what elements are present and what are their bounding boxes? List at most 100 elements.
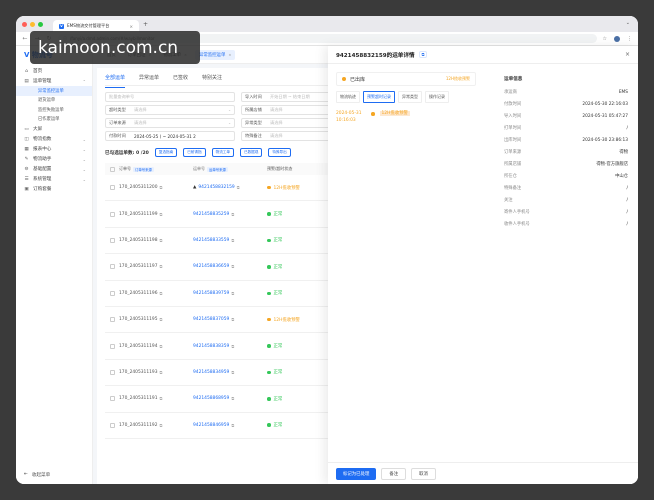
copy-icon[interactable]: ⧉ <box>160 291 163 296</box>
copy-icon[interactable]: ⧉ <box>237 185 240 190</box>
sidebar-item-waybill[interactable]: ▤ 运单管理 ⌃ <box>16 76 92 86</box>
order-number: 170_2405311192 <box>119 422 158 428</box>
copy-icon[interactable]: ⧉ <box>231 238 234 243</box>
profile-avatar[interactable] <box>614 35 620 42</box>
exception-type-select[interactable]: 异常类型 请选择 <box>241 118 341 128</box>
copy-icon[interactable]: ⧉ <box>231 396 234 401</box>
action-button-2[interactable]: 已耐请指 <box>183 148 206 157</box>
tab-warning-record[interactable]: 预警超时记录 <box>363 91 395 103</box>
copy-icon[interactable]: ⧉ <box>231 291 234 296</box>
back-icon[interactable]: ← <box>22 35 28 42</box>
import-time-field[interactable]: 导入时间 开始日期 ~ 结束日期 <box>241 92 341 102</box>
tab-exception-monitor[interactable]: 异常监控运单 × <box>194 49 236 60</box>
sidebar-subitem-exception[interactable]: 异常监控运单 <box>16 86 92 96</box>
waybill-link[interactable]: 9421458834959 <box>193 370 229 375</box>
tab-list-icon[interactable]: ⌄ <box>626 20 630 26</box>
row-checkbox[interactable] <box>109 211 115 217</box>
special-remark-select[interactable]: 特殊备注 请选择 <box>241 131 341 141</box>
timeout-type-select[interactable]: 超时类型 请选择 ⌄ <box>105 105 235 115</box>
info-value: 得物-官方旗舰店 <box>596 162 628 167</box>
store-select[interactable]: 所属店铺 请选择 <box>241 105 341 115</box>
row-checkbox[interactable] <box>109 343 115 349</box>
copy-icon[interactable]: ⧉ <box>231 370 234 375</box>
row-checkbox[interactable] <box>109 237 115 243</box>
copy-icon[interactable]: ⧉ <box>160 370 163 375</box>
subtab-exception[interactable]: 异常运单 <box>139 74 159 85</box>
close-window-button[interactable] <box>22 21 27 27</box>
maximize-window-button[interactable] <box>38 21 43 27</box>
row-checkbox[interactable] <box>109 317 115 323</box>
copy-icon[interactable]: ⧉ <box>160 264 163 269</box>
waybill-link[interactable]: 9421458833559 <box>193 238 229 243</box>
tab-exception-type[interactable]: 异常类型 <box>398 91 422 103</box>
sidebar-item-home[interactable]: ⌂ 首页 <box>16 66 92 76</box>
menu-icon[interactable]: ⋮ <box>627 36 632 42</box>
copy-icon[interactable]: ⧉ <box>231 264 234 269</box>
sidebar-item-index[interactable]: ◫ 物流指数 ⌄ <box>16 134 92 144</box>
copy-icon[interactable]: ⧉ <box>160 396 163 401</box>
copy-icon[interactable]: ⧉ <box>160 317 163 322</box>
waybill-link[interactable]: 9421458868959 <box>193 396 229 401</box>
order-source-select[interactable]: 订单来源 请选择 ⌄ <box>105 118 235 128</box>
row-checkbox[interactable] <box>109 264 115 270</box>
row-checkbox[interactable] <box>109 396 115 402</box>
info-key: 关注 <box>504 198 513 203</box>
close-icon[interactable]: × <box>228 53 231 57</box>
waybill-link[interactable]: 9421458846959 <box>193 423 229 428</box>
action-button-1[interactable]: 复选指南 <box>154 148 178 157</box>
close-icon[interactable]: × <box>625 51 630 58</box>
copy-icon[interactable]: ⧉ <box>231 344 234 349</box>
row-checkbox[interactable] <box>109 422 115 428</box>
copy-icon[interactable]: ⧉ <box>160 212 163 217</box>
waybill-search-input[interactable]: 批量查询单号 <box>105 92 235 102</box>
copy-icon[interactable]: ⧉ <box>160 344 163 349</box>
copy-icon[interactable]: ⧉ <box>231 423 234 428</box>
copy-icon[interactable]: ⧉ <box>160 185 163 190</box>
tab-logistics-track[interactable]: 物流轨迹 <box>336 91 360 103</box>
sidebar-subitem-failed[interactable]: 监控失败运单 <box>16 105 92 115</box>
row-checkbox[interactable] <box>109 369 115 375</box>
action-button-4[interactable]: 已数据观 <box>240 148 263 157</box>
subtab-signed[interactable]: 已签收 <box>173 74 188 85</box>
sidebar-item-screen[interactable]: ▭ 大屏 <box>16 124 92 134</box>
sidebar-item-report[interactable]: ▦ 报表中心 ⌄ <box>16 144 92 154</box>
new-tab-button[interactable]: + <box>143 21 148 28</box>
bookmark-icon[interactable]: ☆ <box>603 36 607 42</box>
action-button-5[interactable]: 特殊导出 <box>268 148 291 157</box>
sidebar-item-assistant[interactable]: ✎ 物流助手 ⌄ <box>16 154 92 164</box>
subtab-special[interactable]: 特别关注 <box>202 74 222 85</box>
sidebar-item-config[interactable]: ⚙ 基础配置 ⌄ <box>16 164 92 174</box>
sidebar-item-system[interactable]: ☰ 系统管理 ⌄ <box>16 174 92 184</box>
copy-icon[interactable]: ⧉ <box>160 423 163 428</box>
select-all-checkbox[interactable] <box>109 166 115 172</box>
waybill-link[interactable]: 9421458836659 <box>193 264 229 269</box>
waybill-link[interactable]: 9421458837059 <box>193 317 229 322</box>
order-number: 170_2405311196 <box>119 290 158 296</box>
drawer-tabs: 物流轨迹 预警超时记录 异常类型 操作记录 <box>336 91 476 103</box>
copy-icon[interactable]: ⧉ <box>231 317 234 322</box>
minimize-window-button[interactable] <box>30 21 35 27</box>
copy-icon[interactable]: ⧉ <box>160 238 163 243</box>
browser-tabbar: V EMS物流交付管理平台 × + ⌄ <box>16 16 638 32</box>
cancel-button[interactable]: 取消 <box>411 467 436 480</box>
copy-icon[interactable]: ⧉ <box>418 51 428 58</box>
row-checkbox[interactable] <box>109 185 115 191</box>
waybill-link[interactable]: 9421458835259 <box>193 212 229 217</box>
collapse-menu-button[interactable]: ⇤ 收起菜单 <box>24 472 50 478</box>
sidebar-subitem-voided[interactable]: 已作废运单 <box>16 115 92 125</box>
action-button-3[interactable]: 物流工单 <box>211 148 234 157</box>
row-checkbox[interactable] <box>109 290 115 296</box>
waybill-link[interactable]: 9421458839759 <box>193 291 229 296</box>
mark-processed-button[interactable]: 标记为已处理 <box>336 467 377 480</box>
copy-icon[interactable]: ⧉ <box>231 212 234 217</box>
placeholder: 批量查询单号 <box>109 94 135 99</box>
waybill-link[interactable]: 9421458838359 <box>193 344 229 349</box>
sidebar-subitem-return[interactable]: 退货运单 <box>16 96 92 106</box>
subtab-all[interactable]: 全部运单 <box>105 74 126 88</box>
remark-button[interactable]: 备注 <box>381 467 407 480</box>
payment-time-field[interactable]: 付款时间 2024-05-25 ( ~ 2024-05-31 2 <box>105 131 235 141</box>
tab-operation-log[interactable]: 操作记录 <box>425 91 449 103</box>
sidebar-item-plan[interactable]: ▣ 订购套餐 <box>16 184 92 194</box>
close-tab-icon[interactable]: × <box>129 24 133 29</box>
waybill-link[interactable]: 9421458832159 <box>198 185 234 190</box>
